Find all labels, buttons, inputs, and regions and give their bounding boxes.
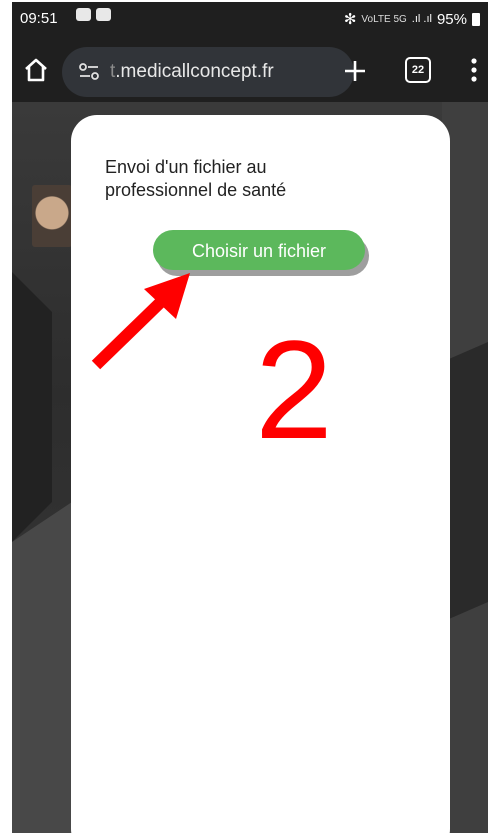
status-right: ✻ VoLTE 5G .ıl .ıl 95% bbox=[344, 10, 480, 28]
choose-file-button[interactable]: Choisir un fichier bbox=[153, 230, 365, 270]
signal-icon: .ıl .ıl bbox=[411, 13, 432, 25]
bluetooth-icon: ✻ bbox=[343, 11, 357, 28]
teams-icon bbox=[76, 8, 91, 21]
network-type: VoLTE 5G bbox=[361, 13, 407, 25]
tab-switcher-button[interactable]: 22 bbox=[405, 57, 431, 83]
site-settings-icon[interactable] bbox=[78, 62, 100, 82]
url-text[interactable]: t.medicallconcept.fr bbox=[110, 61, 274, 83]
step-number: 2 bbox=[255, 311, 333, 468]
more-menu-icon[interactable] bbox=[470, 56, 478, 84]
browser-toolbar: t.medicallconcept.fr 22 bbox=[12, 36, 488, 102]
video-thumbnail bbox=[32, 185, 72, 247]
address-bar[interactable]: t.medicallconcept.fr bbox=[62, 47, 354, 97]
battery-percentage: 95% bbox=[436, 10, 467, 28]
phone-screen: 09:51 ✻ VoLTE 5G .ıl .ıl 95% t.medicallc… bbox=[12, 2, 488, 833]
new-tab-icon[interactable] bbox=[342, 58, 368, 84]
notification-icons bbox=[76, 8, 111, 21]
modal-title: Envoi d'un fichier au professionnel de s… bbox=[105, 157, 287, 200]
file-upload-modal: Envoi d'un fichier au professionnel de s… bbox=[71, 115, 450, 833]
home-icon[interactable] bbox=[22, 56, 50, 84]
battery-icon bbox=[472, 12, 480, 26]
status-time: 09:51 bbox=[20, 10, 58, 27]
lock-icon bbox=[96, 8, 111, 21]
status-bar: 09:51 ✻ VoLTE 5G .ıl .ıl 95% bbox=[12, 2, 488, 36]
url-domain: .medicallconcept.fr bbox=[115, 61, 274, 82]
annotation-arrow bbox=[91, 273, 190, 370]
